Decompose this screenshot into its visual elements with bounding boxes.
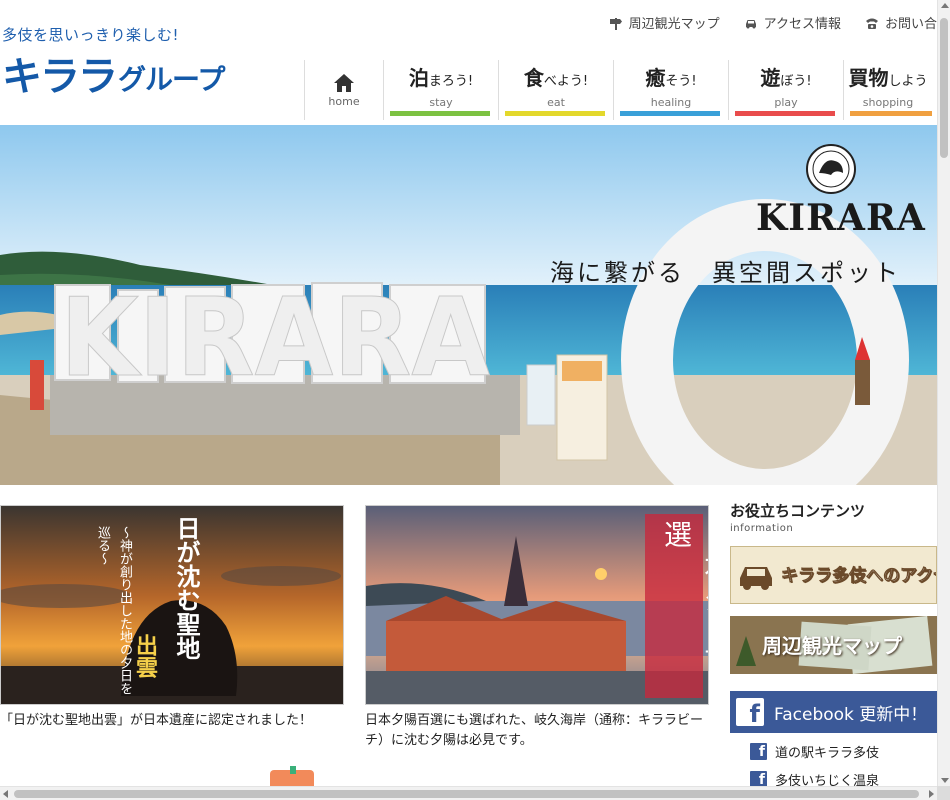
card-caption: 「日が沈む聖地出雲」が日本遺産に認定されました！ bbox=[0, 713, 313, 728]
hero-slogan: 海に繋がる 異空間スポット bbox=[550, 259, 901, 287]
signpost-icon bbox=[609, 17, 622, 30]
page: 多伎を思いっきり楽しむ! キララ グループ 周辺観光マップ アクセス情報 お問い… bbox=[0, 0, 950, 800]
banner-sightseeing-map[interactable]: 周辺観光マップ bbox=[730, 616, 937, 674]
home-icon bbox=[334, 73, 354, 92]
article-card-image: 日が沈む聖地 〜神が創り出した地の夕日を巡る〜 出雲 bbox=[0, 505, 344, 705]
nav-item-healing[interactable]: 癒そう! healing bbox=[614, 60, 729, 120]
facebook-icon: f bbox=[736, 698, 764, 726]
card-caption: 日本夕陽百選にも選ばれた、岐久海岸（通称：キララビーチ）に沈む夕陽は必見です。 bbox=[365, 713, 704, 748]
nav-item-en: healing bbox=[650, 96, 692, 109]
scroll-right-arrow-icon[interactable] bbox=[929, 790, 934, 798]
scroll-up-arrow-icon[interactable] bbox=[941, 3, 949, 8]
next-section-image-accent bbox=[290, 766, 296, 774]
nav-item-color-bar bbox=[735, 111, 835, 116]
nav-item-color-bar bbox=[850, 111, 932, 116]
nav-item-en: shopping bbox=[862, 96, 914, 109]
util-link-access[interactable]: アクセス情報 bbox=[744, 13, 841, 32]
nav-item-title: 泊まろう! bbox=[408, 66, 474, 90]
util-link-label: 周辺観光マップ bbox=[628, 17, 720, 32]
nav-item-shopping[interactable]: 買物しよう shopping bbox=[844, 60, 932, 120]
nav-item-en: stay bbox=[429, 96, 453, 109]
nav-item-title: 癒そう! bbox=[645, 66, 697, 90]
utility-links: 周辺観光マップ アクセス情報 お問い合 bbox=[609, 13, 937, 32]
main-nav: home 泊まろう! stay 食べよう! eat 癒そう! healing 遊… bbox=[304, 60, 932, 120]
phone-icon bbox=[865, 18, 878, 29]
card-title: 日本夕日百選 bbox=[660, 520, 708, 680]
site-tagline: 多伎を思いっきり楽しむ! bbox=[2, 26, 180, 44]
scroll-down-arrow-icon[interactable] bbox=[941, 778, 949, 783]
facebook-title: Facebook 更新中！ bbox=[774, 704, 928, 725]
facebook-link[interactable]: f 道の駅キララ多伎 bbox=[730, 737, 937, 765]
hero-brand-name: KIRARA bbox=[756, 197, 926, 239]
horizontal-scrollbar[interactable] bbox=[0, 786, 950, 800]
banner-map-label: 周辺観光マップ bbox=[762, 634, 902, 658]
util-link-contact[interactable]: お問い合 bbox=[865, 13, 937, 32]
nav-home[interactable]: home bbox=[304, 60, 384, 120]
nav-item-title: 買物しよう bbox=[848, 66, 928, 90]
hero-banner[interactable]: KIRARA KIRARA 海に繋がる 異空間スポット bbox=[0, 125, 937, 485]
nav-home-label: home bbox=[328, 94, 360, 108]
site-logo[interactable]: キララ グループ bbox=[2, 50, 225, 100]
site-header: 多伎を思いっきり楽しむ! キララ グループ 周辺観光マップ アクセス情報 お問い… bbox=[0, 0, 937, 125]
scrollbar-thumb[interactable] bbox=[940, 18, 948, 158]
nav-item-en: eat bbox=[547, 96, 565, 109]
kirara-emblem-icon bbox=[806, 144, 856, 194]
facebook-header[interactable]: f Facebook 更新中！ bbox=[730, 691, 937, 733]
banner-access[interactable]: キララ多伎へのアクセ bbox=[730, 546, 937, 604]
car-icon bbox=[745, 19, 756, 28]
nav-item-color-bar bbox=[390, 111, 490, 116]
car-icon bbox=[740, 567, 772, 590]
nav-item-eat[interactable]: 食べよう! eat bbox=[499, 60, 614, 120]
sidebar-subtitle: information bbox=[730, 523, 794, 534]
util-link-label: アクセス情報 bbox=[763, 17, 841, 32]
article-card-izumo[interactable]: 日が沈む聖地 〜神が創り出した地の夕日を巡る〜 出雲 「日が沈む聖地出雲」が日本… bbox=[0, 505, 344, 731]
sidebar-title: お役立ちコンテンツ bbox=[730, 502, 866, 520]
nav-item-play[interactable]: 遊ぼう! play bbox=[729, 60, 844, 120]
sidebar: お役立ちコンテンツ information キララ多伎へのアクセ 周辺観光マップ bbox=[730, 500, 937, 674]
nav-item-stay[interactable]: 泊まろう! stay bbox=[384, 60, 499, 120]
facebook-icon: f bbox=[750, 770, 767, 788]
scroll-left-arrow-icon[interactable] bbox=[3, 790, 8, 798]
nav-item-en: play bbox=[774, 96, 798, 109]
scrollbar-thumb[interactable] bbox=[14, 790, 919, 798]
banner-access-label: キララ多伎へのアクセ bbox=[781, 566, 937, 587]
card-place: 出雲 bbox=[132, 634, 158, 678]
nav-item-title: 食べよう! bbox=[523, 66, 589, 90]
facebook-link-label: 道の駅キララ多伎 bbox=[775, 745, 880, 761]
scrollbar-corner bbox=[937, 786, 950, 800]
facebook-icon: f bbox=[750, 742, 767, 760]
nav-item-color-bar bbox=[620, 111, 720, 116]
util-link-label: お問い合 bbox=[884, 17, 937, 32]
vertical-scrollbar[interactable] bbox=[937, 0, 950, 786]
card-title: 日が沈む聖地 bbox=[172, 516, 201, 660]
logo-sub-text: グループ bbox=[118, 63, 225, 96]
article-card-image: 日本夕日百選 bbox=[365, 505, 709, 705]
nav-item-color-bar bbox=[505, 111, 605, 116]
facebook-box: f Facebook 更新中！ f 道の駅キララ多伎 f 多伎いちじく温泉 bbox=[730, 691, 937, 800]
article-card-sunset[interactable]: 日本夕日百選 日本夕陽百選にも選ばれた、岐久海岸（通称：キララビーチ）に沈む夕陽… bbox=[365, 505, 709, 751]
svg-text:KIRARA: KIRARA bbox=[60, 276, 490, 401]
nav-item-title: 遊ぼう! bbox=[760, 66, 812, 90]
logo-main-text: キララ bbox=[2, 54, 118, 100]
util-link-sightseeing-map[interactable]: 周辺観光マップ bbox=[609, 13, 720, 32]
hero-photo: KIRARA bbox=[0, 125, 937, 485]
